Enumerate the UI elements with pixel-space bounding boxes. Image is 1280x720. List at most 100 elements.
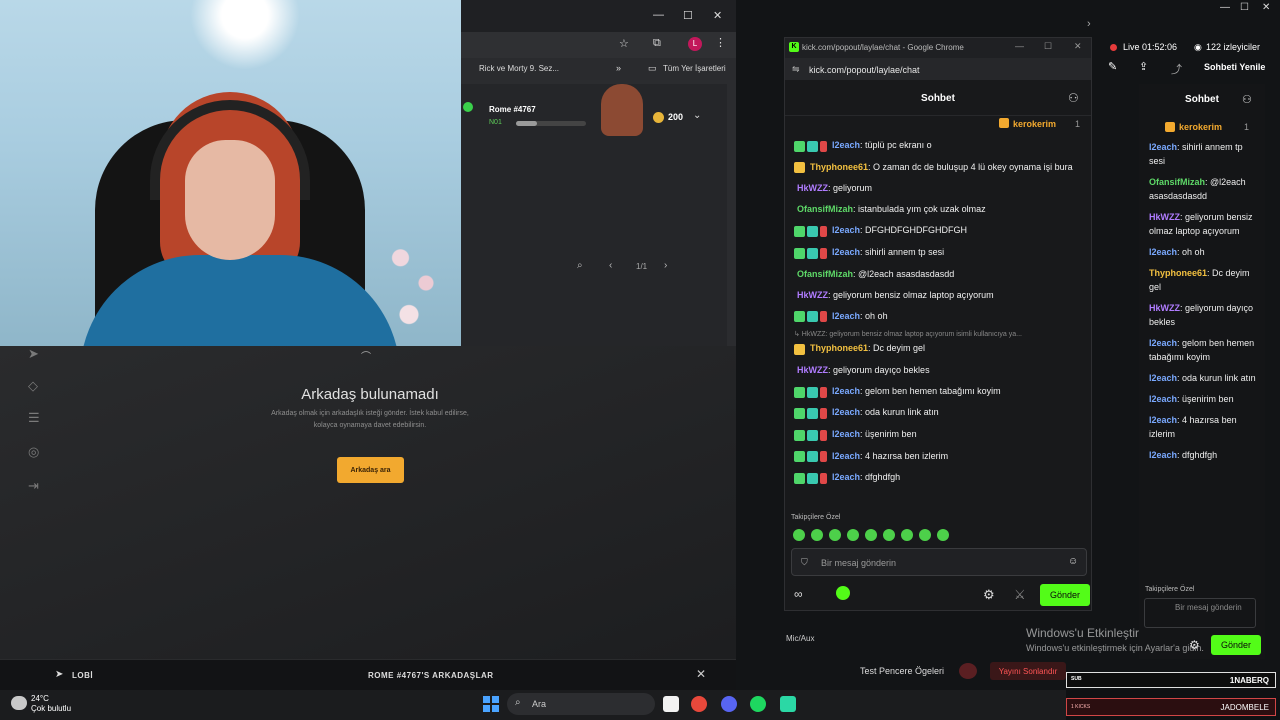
emote-icon[interactable]	[829, 529, 841, 541]
close-icon[interactable]: ✕	[713, 9, 722, 22]
chat-username[interactable]: HkWZZ	[797, 290, 828, 300]
maximize-icon[interactable]: ☐	[683, 9, 693, 22]
chat-username[interactable]: l2each	[832, 386, 860, 396]
menu-icon[interactable]: ⋮	[715, 36, 726, 49]
address-bar[interactable]: ⇋ kick.com/popout/laylae/chat	[785, 58, 1091, 80]
chat-input[interactable]: ⛉ Bir mesaj gönderin ☺	[791, 548, 1087, 576]
collapse-icon[interactable]: ⌒	[361, 348, 371, 363]
overlay-chat-input[interactable]: Bir mesaj gönderin	[1144, 598, 1256, 628]
chevron-right-icon[interactable]: ›	[664, 260, 667, 271]
chevron-down-icon[interactable]: ⌄	[693, 110, 701, 121]
chevron-left-icon[interactable]: ‹	[609, 260, 612, 271]
app-icon[interactable]	[780, 696, 796, 712]
emote-icon[interactable]	[865, 529, 877, 541]
share-icon[interactable]: ⤴	[1171, 61, 1182, 77]
sliders-icon[interactable]: ☰	[28, 410, 42, 425]
chat-message[interactable]: l2each: gelom ben hemen tabağımı koyim	[794, 384, 1084, 399]
chat-message[interactable]: l2each: dfghdfgh	[794, 470, 1084, 485]
send-button[interactable]: Gönder	[1040, 584, 1090, 606]
chat-username[interactable]: HkWZZ	[797, 183, 828, 193]
emoji-icon[interactable]: ☺	[1068, 556, 1078, 567]
chat-username[interactable]: l2each	[832, 311, 860, 321]
tag-icon[interactable]: ◇	[28, 378, 42, 393]
bookmark-all[interactable]: Tüm Yer İşaretleri	[663, 64, 726, 73]
pinned-user[interactable]: kerokerim	[1013, 119, 1056, 129]
close-icon[interactable]: ✕	[1262, 2, 1270, 13]
close-icon[interactable]: ✕	[696, 667, 706, 681]
send-button[interactable]: Gönder	[1211, 635, 1261, 655]
kick-icon[interactable]	[836, 586, 850, 600]
chat-username[interactable]: Thyphonee61	[810, 162, 868, 172]
chat-username[interactable]: OfansifMizah	[797, 269, 853, 279]
chat-message[interactable]: l2each: sihirli annem tp sesi	[794, 245, 1084, 260]
emote-icon[interactable]	[847, 529, 859, 541]
chrome-icon[interactable]	[691, 696, 707, 712]
chat-message[interactable]: HkWZZ: geliyorum	[794, 181, 1084, 195]
emote-icon[interactable]	[883, 529, 895, 541]
chat-message[interactable]: HkWZZ: geliyorum bensiz olmaz laptop açı…	[794, 288, 1084, 302]
chat-message[interactable]: l2each: üşenirim ben	[794, 427, 1084, 442]
rec-icon[interactable]	[959, 663, 977, 679]
chat-username[interactable]: OfansifMizah	[797, 204, 853, 214]
chat-username[interactable]: HkWZZ	[797, 365, 828, 375]
emote-icon[interactable]	[793, 529, 805, 541]
pinned-user[interactable]: kerokerim	[1179, 122, 1222, 132]
chat-username[interactable]: l2each	[832, 225, 860, 235]
maximize-icon[interactable]: ☐	[1044, 41, 1052, 52]
upload-icon[interactable]: ⇪	[1139, 60, 1148, 73]
close-icon[interactable]: ✕	[1074, 41, 1082, 52]
find-friend-button[interactable]: Arkadaş ara	[337, 457, 404, 483]
taskbar-search[interactable]: ⌕ Ara	[507, 693, 655, 715]
chat-message[interactable]: l2each: oh oh	[794, 309, 1084, 324]
chat-message[interactable]: l2each: tüplü pc ekranı o	[794, 138, 1084, 153]
windows-start-icon[interactable]	[483, 696, 499, 712]
chat-message[interactable]: l2each: oda kurun link atın	[794, 405, 1084, 420]
emote-icon[interactable]	[937, 529, 949, 541]
chat-message[interactable]: Thyphonee61: O zaman dc de buluşup 4 lü …	[794, 160, 1084, 175]
support-icon[interactable]: ◎	[28, 444, 42, 459]
emote-icon[interactable]	[919, 529, 931, 541]
chat-message[interactable]: OfansifMizah: @l2each asasdasdasdd	[794, 267, 1084, 281]
minimize-icon[interactable]: —	[1220, 2, 1230, 13]
chat-username[interactable]: l2each	[832, 247, 860, 257]
points-icon[interactable]: ∞	[794, 587, 803, 601]
chat-username[interactable]: l2each	[832, 407, 860, 417]
test-elements-button[interactable]: Test Pencere Ögeleri	[860, 666, 944, 676]
gear-icon[interactable]: ⚙	[983, 587, 995, 603]
send-icon[interactable]: ➤	[28, 346, 42, 361]
end-stream-button[interactable]: Yayını Sonlandır	[990, 662, 1066, 680]
users-icon[interactable]: ⚇	[1242, 93, 1252, 106]
chat-username[interactable]: l2each	[832, 429, 860, 439]
chevron-right-icon[interactable]: »	[616, 63, 621, 73]
file-explorer-icon[interactable]	[663, 696, 679, 712]
chat-message[interactable]: OfansifMizah: istanbulada yım çok uzak o…	[794, 202, 1084, 216]
emote-icon[interactable]	[901, 529, 913, 541]
emote-icon[interactable]	[811, 529, 823, 541]
mod-icon[interactable]: ⚔	[1014, 587, 1026, 603]
maximize-icon[interactable]: ☐	[1240, 2, 1249, 13]
search-icon[interactable]: ⌕	[577, 260, 583, 271]
discord-icon[interactable]	[721, 696, 737, 712]
weather-temp[interactable]: 24°C	[31, 694, 49, 703]
chat-username[interactable]: Thyphonee61	[810, 343, 868, 353]
chat-username[interactable]: l2each	[832, 140, 860, 150]
exit-icon[interactable]: ⇥	[28, 478, 42, 493]
extensions-icon[interactable]: ⧉	[653, 37, 661, 50]
spotify-icon[interactable]	[750, 696, 766, 712]
chat-message[interactable]: l2each: DFGHDFGHDFGHDFGH	[794, 223, 1084, 238]
users-icon[interactable]: ⚇	[1068, 91, 1079, 105]
chat-username[interactable]: l2each	[832, 472, 860, 482]
game-avatar[interactable]	[601, 84, 643, 136]
chevron-right-icon[interactable]: ›	[1087, 18, 1091, 30]
edit-icon[interactable]: ✎	[1108, 60, 1117, 73]
chat-message[interactable]: HkWZZ: geliyorum dayıço bekles	[794, 363, 1084, 377]
minimize-icon[interactable]: —	[653, 9, 664, 21]
chat-message[interactable]: Thyphonee61: Dc deyim gel	[794, 341, 1084, 356]
lobby-tab[interactable]: LOBİ	[72, 671, 93, 680]
site-info-icon[interactable]: ⇋	[792, 64, 800, 75]
address-bar[interactable]: ☆ ⧉ L ⋮	[461, 32, 736, 58]
weather-desc[interactable]: Çok bulutlu	[31, 704, 71, 713]
bookmark-rick[interactable]: Rick ve Morty 9. Sez...	[479, 64, 559, 73]
reply-preview[interactable]: ↳ HkWZZ: geliyorum bensiz olmaz laptop a…	[794, 330, 1084, 338]
chat-username[interactable]: l2each	[832, 451, 860, 461]
